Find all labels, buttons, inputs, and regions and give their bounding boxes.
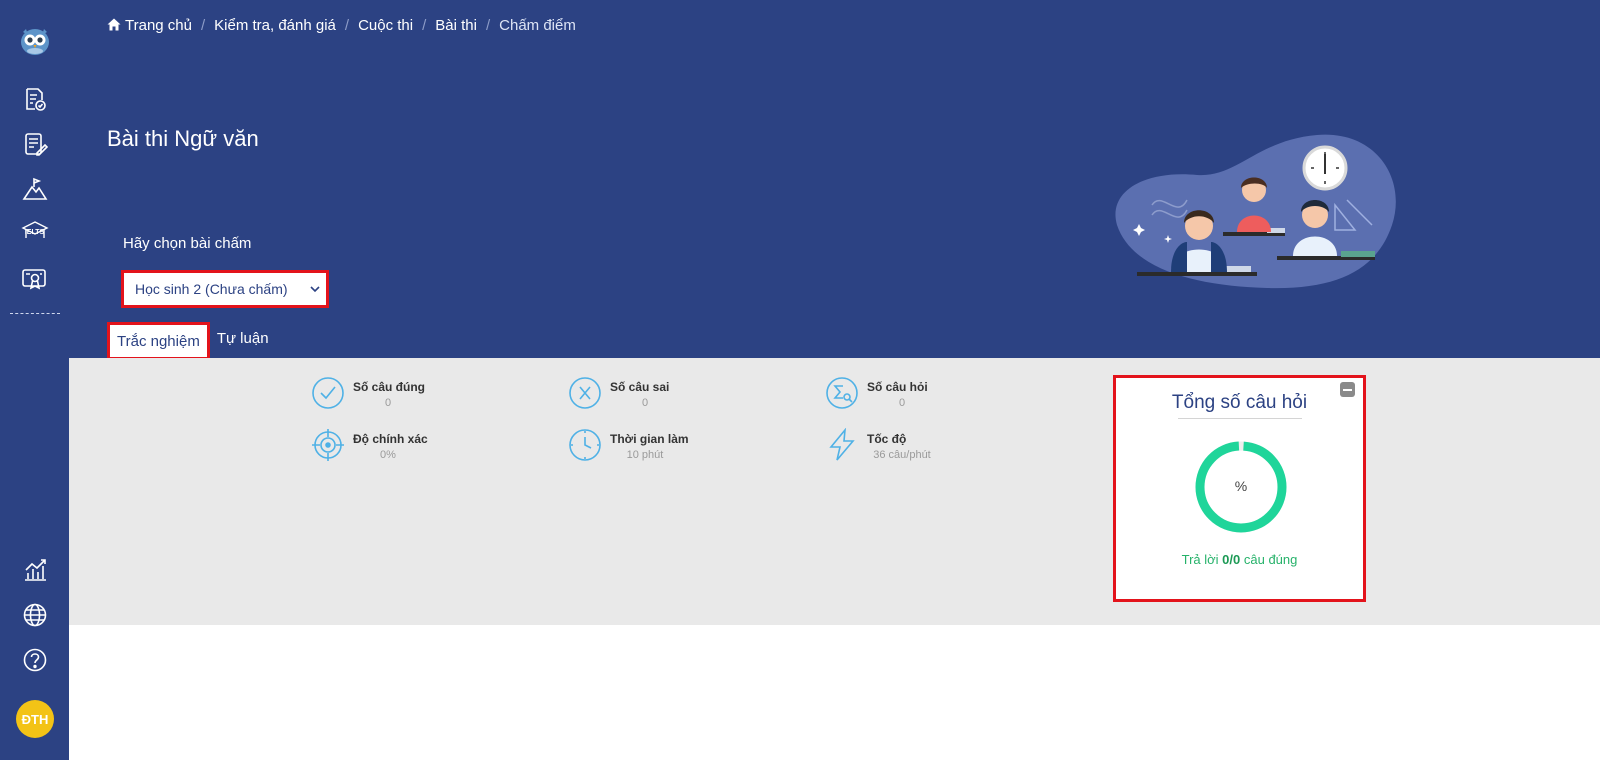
page-title: Bài thi Ngữ văn — [107, 126, 259, 151]
nav-certificate-icon[interactable] — [0, 259, 69, 299]
stat-wrong-label: Số câu sai — [610, 380, 670, 394]
breadcrumb-separator: / — [422, 17, 427, 34]
summary-card: Tổng số câu hỏi % Trả lời 0/0 câu đúng — [1113, 375, 1366, 602]
answer-prefix: Trả lời — [1181, 552, 1219, 567]
ielts-text: IELTS — [24, 229, 45, 236]
stat-total-questions: Số câu hỏi 0 — [825, 376, 1055, 416]
stat-total-questions-value: 0 — [898, 397, 906, 409]
stat-accuracy-label: Độ chính xác — [353, 432, 428, 446]
tab-multiple-choice[interactable]: Trắc nghiệm — [107, 322, 210, 360]
breadcrumb-separator: / — [200, 17, 206, 34]
breadcrumb-home[interactable]: Trang chủ — [107, 17, 192, 34]
breadcrumb-grading: Chấm điểm — [499, 17, 576, 34]
student-select-value: Học sinh 2 (Chưa chấm) — [135, 281, 288, 297]
stats-panel: Số câu đúng 0 Số câu sai 0 Số câu hỏi 0 … — [69, 358, 1600, 625]
stat-speed: Tốc độ 36 câu/phút — [825, 428, 1055, 468]
stat-duration-label: Thời gian làm — [610, 432, 689, 446]
stat-correct: Số câu đúng 0 — [311, 376, 541, 416]
answer-count: 0/0 — [1222, 552, 1241, 567]
clock-icon — [569, 429, 601, 461]
breadcrumb-separator: / — [485, 17, 491, 34]
summary-title: Tổng số câu hỏi — [1171, 392, 1308, 413]
x-circle-icon — [569, 377, 601, 409]
stat-duration-value: 10 phút — [626, 449, 664, 461]
sigma-circle-icon — [826, 377, 858, 409]
breadcrumb: Trang chủ / Kiểm tra, đánh giá / Cuộc th… — [107, 17, 576, 34]
breadcrumb-exam[interactable]: Bài thi — [435, 17, 477, 34]
stat-correct-value: 0 — [384, 397, 392, 409]
tab-essay[interactable]: Tự luận — [210, 322, 276, 360]
breadcrumb-home-label: Trang chủ — [125, 17, 192, 34]
breadcrumb-contest[interactable]: Cuộc thi — [358, 17, 413, 34]
nav-mountain-flag-icon[interactable] — [0, 169, 69, 209]
stat-correct-label: Số câu đúng — [353, 380, 425, 394]
stat-duration: Thời gian làm 10 phút — [568, 428, 798, 468]
stat-accuracy-value: 0% — [380, 449, 396, 461]
minus-icon — [1343, 388, 1352, 391]
home-icon — [107, 18, 121, 31]
breadcrumb-separator: / — [344, 17, 350, 34]
check-circle-icon — [312, 377, 344, 409]
breadcrumb-assessment[interactable]: Kiểm tra, đánh giá — [214, 17, 336, 34]
sidebar: IELTS ĐTH — [0, 0, 69, 760]
chevron-down-icon — [310, 285, 320, 292]
answer-summary: Trả lời 0/0 câu đúng — [1116, 552, 1363, 567]
stat-total-questions-label: Số câu hỏi — [867, 380, 928, 394]
nav-help-icon[interactable] — [0, 640, 69, 680]
select-grading-label: Hãy chọn bài chấm — [123, 235, 252, 252]
stat-wrong: Số câu sai 0 — [568, 376, 798, 416]
stat-wrong-value: 0 — [641, 397, 649, 409]
logo-owl-icon[interactable] — [0, 20, 69, 60]
donut-percent-label: % — [1234, 478, 1248, 494]
student-select[interactable]: Học sinh 2 (Chưa chấm) — [121, 270, 329, 308]
crosshair-icon — [312, 429, 344, 461]
nav-assignment-edit-icon[interactable] — [0, 124, 69, 164]
nav-globe-icon[interactable] — [0, 595, 69, 635]
title-underline — [1178, 418, 1302, 419]
answer-suffix: câu đúng — [1243, 552, 1298, 567]
user-avatar[interactable]: ĐTH — [16, 700, 54, 738]
tabs: Trắc nghiệm Tự luận — [107, 322, 276, 360]
nav-chart-icon[interactable] — [0, 550, 69, 590]
sidebar-divider — [10, 313, 60, 314]
lightning-icon — [829, 428, 855, 461]
students-exam-illustration — [1115, 134, 1396, 289]
stat-speed-label: Tốc độ — [867, 432, 907, 446]
page-header: Trang chủ / Kiểm tra, đánh giá / Cuộc th… — [69, 0, 1600, 360]
nav-exam-check-icon[interactable] — [0, 79, 69, 119]
stat-speed-value: 36 câu/phút — [873, 449, 931, 461]
stat-accuracy: Độ chính xác 0% — [311, 428, 541, 468]
